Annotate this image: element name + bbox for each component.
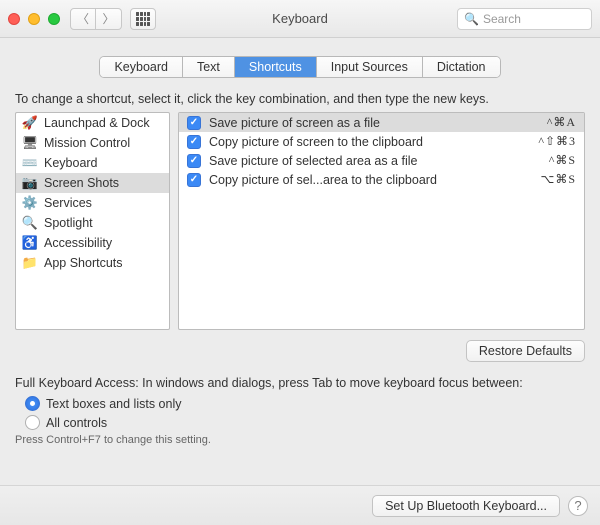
restore-defaults-button[interactable]: Restore Defaults	[466, 340, 585, 362]
tabs: Keyboard Text Shortcuts Input Sources Di…	[15, 56, 585, 78]
fka-title: Full Keyboard Access: In windows and dia…	[15, 376, 585, 390]
forward-button[interactable]: 〉	[96, 8, 122, 30]
nav-segment: 〈 〉	[70, 8, 122, 30]
fka-radio-text-boxes[interactable]: Text boxes and lists only	[25, 396, 585, 411]
radio-label: All controls	[46, 416, 107, 430]
content: Keyboard Text Shortcuts Input Sources Di…	[0, 38, 600, 458]
shortcut-keys[interactable]: ⌥⌘S	[540, 172, 576, 187]
fka-hint: Press Control+F7 to change this setting.	[15, 434, 585, 446]
category-label: Keyboard	[44, 156, 98, 170]
category-item-app-shortcuts[interactable]: 📁 App Shortcuts	[16, 253, 169, 273]
tab-keyboard[interactable]: Keyboard	[100, 57, 183, 77]
category-label: Launchpad & Dock	[44, 116, 150, 130]
show-all-button[interactable]	[130, 8, 156, 30]
accessibility-icon: ♿️	[22, 235, 38, 251]
shortcut-row[interactable]: ✓ Save picture of screen as a file ^⌘A	[179, 113, 584, 132]
fka-radios: Text boxes and lists only All controls	[25, 396, 585, 430]
services-icon: ⚙️	[22, 195, 38, 211]
category-item-keyboard[interactable]: ⌨️ Keyboard	[16, 153, 169, 173]
search-icon: 🔍	[464, 12, 479, 26]
shortcut-row[interactable]: ✓ Save picture of selected area as a fil…	[179, 151, 584, 170]
shortcuts-list: ✓ Save picture of screen as a file ^⌘A ✓…	[179, 113, 584, 189]
shortcut-keys[interactable]: ^⌘S	[549, 153, 576, 168]
shortcut-keys[interactable]: ^⇧⌘3	[538, 134, 576, 149]
full-keyboard-access: Full Keyboard Access: In windows and dia…	[15, 376, 585, 446]
radio-label: Text boxes and lists only	[46, 397, 182, 411]
mission-control-icon: 🖥	[22, 135, 38, 151]
shortcut-row[interactable]: ✓ Copy picture of sel...area to the clip…	[179, 170, 584, 189]
category-item-services[interactable]: ⚙️ Services	[16, 193, 169, 213]
shortcut-desc: Copy picture of sel...area to the clipbo…	[209, 173, 532, 187]
panes: 🚀 Launchpad & Dock 🖥 Mission Control ⌨️ …	[15, 112, 585, 330]
category-label: Services	[44, 196, 92, 210]
category-label: Accessibility	[44, 236, 112, 250]
shortcut-desc: Save picture of selected area as a file	[209, 154, 541, 168]
category-label: Spotlight	[44, 216, 93, 230]
setup-bluetooth-button[interactable]: Set Up Bluetooth Keyboard...	[372, 495, 560, 517]
category-label: Mission Control	[44, 136, 130, 150]
window-controls	[8, 13, 60, 25]
shortcuts-pane: ✓ Save picture of screen as a file ^⌘A ✓…	[178, 112, 585, 330]
radio-icon	[25, 415, 40, 430]
category-item-spotlight[interactable]: 🔍 Spotlight	[16, 213, 169, 233]
fka-radio-all-controls[interactable]: All controls	[25, 415, 585, 430]
shortcut-desc: Copy picture of screen to the clipboard	[209, 135, 530, 149]
restore-row: Restore Defaults	[15, 340, 585, 362]
back-button[interactable]: 〈	[70, 8, 96, 30]
category-item-launchpad[interactable]: 🚀 Launchpad & Dock	[16, 113, 169, 133]
titlebar: 〈 〉 Keyboard 🔍 Search	[0, 0, 600, 38]
categories-pane: 🚀 Launchpad & Dock 🖥 Mission Control ⌨️ …	[15, 112, 170, 330]
tab-shortcuts[interactable]: Shortcuts	[235, 57, 317, 77]
categories-list: 🚀 Launchpad & Dock 🖥 Mission Control ⌨️ …	[16, 113, 169, 273]
category-label: App Shortcuts	[44, 256, 123, 270]
app-shortcuts-icon: 📁	[22, 255, 38, 271]
instruction-text: To change a shortcut, select it, click t…	[15, 92, 585, 106]
checkbox[interactable]: ✓	[187, 116, 201, 130]
minimize-window-button[interactable]	[28, 13, 40, 25]
tab-dictation[interactable]: Dictation	[423, 57, 500, 77]
tab-segment: Keyboard Text Shortcuts Input Sources Di…	[99, 56, 500, 78]
bottom-bar: Set Up Bluetooth Keyboard... ?	[0, 485, 600, 525]
screenshot-icon: 📷	[22, 175, 38, 191]
launchpad-icon: 🚀	[22, 115, 38, 131]
radio-icon	[25, 396, 40, 411]
shortcut-keys[interactable]: ^⌘A	[547, 115, 576, 130]
keyboard-icon: ⌨️	[22, 155, 38, 171]
search-input[interactable]: 🔍 Search	[457, 8, 592, 30]
tab-text[interactable]: Text	[183, 57, 235, 77]
search-placeholder: Search	[483, 12, 521, 26]
category-item-screen-shots[interactable]: 📷 Screen Shots	[16, 173, 169, 193]
tab-input-sources[interactable]: Input Sources	[317, 57, 423, 77]
zoom-window-button[interactable]	[48, 13, 60, 25]
shortcut-desc: Save picture of screen as a file	[209, 116, 539, 130]
category-item-mission-control[interactable]: 🖥 Mission Control	[16, 133, 169, 153]
shortcut-row[interactable]: ✓ Copy picture of screen to the clipboar…	[179, 132, 584, 151]
checkbox[interactable]: ✓	[187, 135, 201, 149]
help-button[interactable]: ?	[568, 496, 588, 516]
grid-icon	[136, 12, 150, 26]
spotlight-icon: 🔍	[22, 215, 38, 231]
category-label: Screen Shots	[44, 176, 119, 190]
category-item-accessibility[interactable]: ♿️ Accessibility	[16, 233, 169, 253]
checkbox[interactable]: ✓	[187, 154, 201, 168]
close-window-button[interactable]	[8, 13, 20, 25]
checkbox[interactable]: ✓	[187, 173, 201, 187]
